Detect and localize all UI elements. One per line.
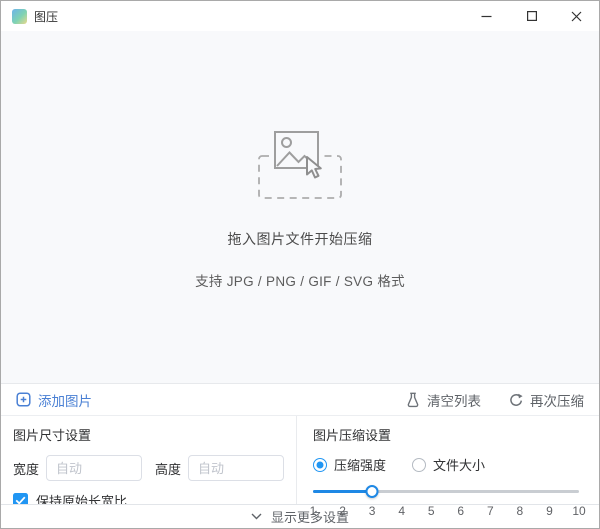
app-window: 图压 拖入图片文件开始压缩 支持 JPG / PNG / GIF / SVG 格… — [0, 0, 600, 529]
file-size-label: 文件大小 — [433, 455, 485, 474]
settings-panel: 图片尺寸设置 宽度 高度 保持原始长宽比 图片压缩设置 压缩强度 — [1, 415, 599, 504]
slider-tick: 9 — [546, 504, 553, 518]
slider-tick: 8 — [517, 504, 524, 518]
radio-circle-icon — [412, 458, 426, 472]
radio-compress-strength[interactable]: 压缩强度 — [313, 455, 386, 474]
app-icon — [12, 9, 27, 24]
height-input[interactable] — [188, 455, 284, 481]
window-title: 图压 — [34, 8, 58, 25]
toolbar-right-group: 清空列表 再次压缩 — [406, 390, 584, 410]
radio-file-size[interactable]: 文件大小 — [412, 455, 485, 474]
compress-settings-title: 图片压缩设置 — [313, 425, 579, 444]
clear-flask-icon — [406, 392, 420, 408]
add-plus-icon — [16, 392, 31, 407]
add-images-label: 添加图片 — [38, 390, 92, 410]
width-input[interactable] — [46, 455, 142, 481]
recompress-button[interactable]: 再次压缩 — [509, 390, 584, 410]
size-settings-section: 图片尺寸设置 宽度 高度 保持原始长宽比 — [1, 416, 297, 504]
maximize-icon — [527, 11, 537, 21]
slider-tick: 1 — [310, 504, 317, 518]
close-button[interactable] — [554, 1, 599, 31]
slider-tick: 2 — [339, 504, 346, 518]
close-icon — [571, 11, 582, 22]
recompress-label: 再次压缩 — [530, 390, 584, 410]
slider-fill — [313, 490, 372, 493]
chevron-down-icon — [251, 513, 262, 520]
radio-circle-icon — [313, 458, 327, 472]
clear-list-label: 清空列表 — [427, 390, 481, 410]
minimize-button[interactable] — [464, 1, 509, 31]
slider-tick: 4 — [398, 504, 405, 518]
slider-handle[interactable] — [366, 485, 379, 498]
clear-list-button[interactable]: 清空列表 — [406, 390, 481, 410]
slider-tick: 5 — [428, 504, 435, 518]
compress-settings-section: 图片压缩设置 压缩强度 文件大小 12345678910 — [297, 416, 599, 504]
dropzone-title: 拖入图片文件开始压缩 — [228, 229, 373, 249]
width-label: 宽度 — [13, 459, 39, 478]
minimize-icon — [481, 11, 492, 22]
window-controls — [464, 1, 599, 31]
strength-slider[interactable] — [313, 485, 579, 499]
slider-tick: 10 — [572, 504, 585, 518]
slider-tick: 6 — [457, 504, 464, 518]
toolbar: 添加图片 清空列表 再次压缩 — [1, 383, 599, 415]
slider-tick: 7 — [487, 504, 494, 518]
compress-mode-row: 压缩强度 文件大小 — [313, 455, 579, 474]
size-inputs-row: 宽度 高度 — [13, 455, 284, 481]
compress-strength-label: 压缩强度 — [334, 455, 386, 474]
slider-tick: 3 — [369, 504, 376, 518]
maximize-button[interactable] — [509, 1, 554, 31]
slider-ticks: 12345678910 — [313, 504, 579, 520]
drop-image-icon — [250, 125, 350, 201]
refresh-icon — [509, 393, 523, 407]
size-settings-title: 图片尺寸设置 — [13, 425, 284, 444]
add-images-button[interactable]: 添加图片 — [16, 390, 92, 410]
dropzone[interactable]: 拖入图片文件开始压缩 支持 JPG / PNG / GIF / SVG 格式 — [1, 31, 599, 383]
titlebar: 图压 — [1, 1, 599, 31]
dropzone-subtitle: 支持 JPG / PNG / GIF / SVG 格式 — [195, 270, 405, 290]
height-label: 高度 — [155, 459, 181, 478]
